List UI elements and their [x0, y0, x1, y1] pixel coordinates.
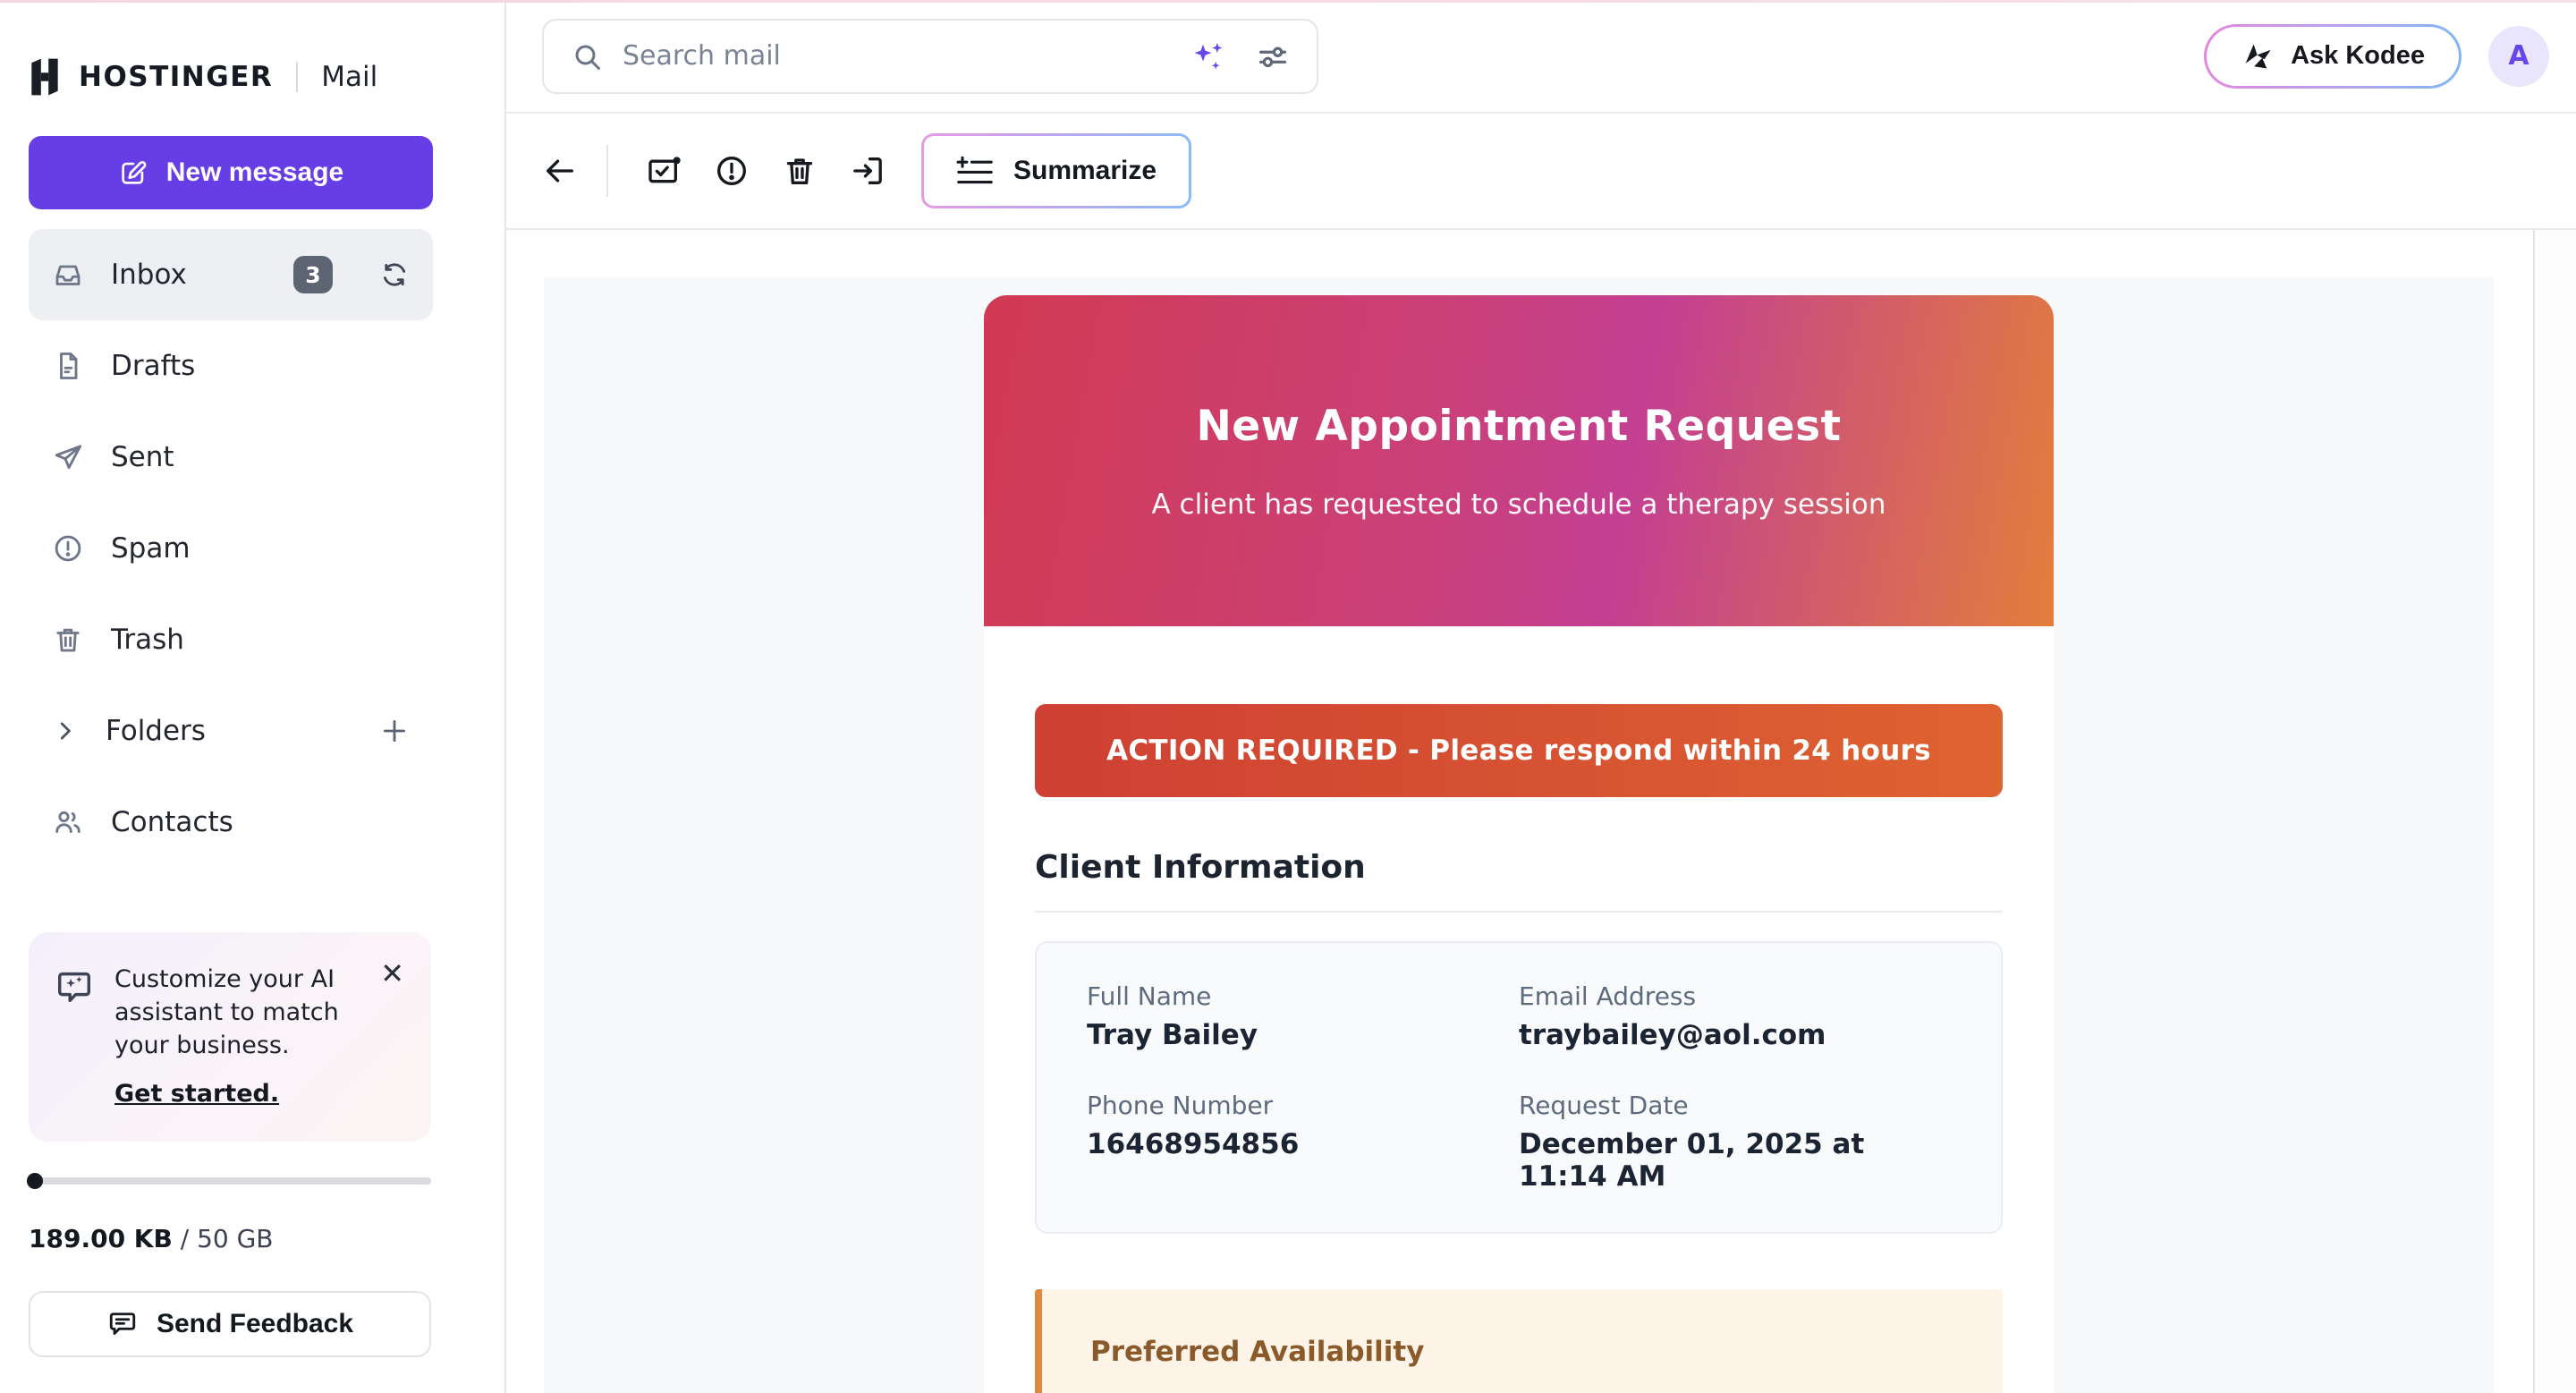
- ai-callout-text: Customize your AI assistant to match you…: [114, 963, 383, 1062]
- search-icon: [571, 40, 603, 72]
- close-icon[interactable]: ✕: [380, 959, 404, 988]
- sidebar-item-label: Sent: [111, 441, 174, 473]
- field-value: 16468954856: [1087, 1129, 1519, 1161]
- folder-nav: Inbox 3 Drafts: [29, 229, 433, 868]
- sidebar-item-trash[interactable]: Trash: [29, 594, 433, 685]
- email-hero-header: New Appointment Request A client has req…: [984, 295, 2054, 626]
- sidebar-item-label: Inbox: [111, 259, 187, 291]
- get-started-link[interactable]: Get started.: [114, 1080, 279, 1108]
- email-body: ACTION REQUIRED - Please respond within …: [984, 626, 2054, 1393]
- move-to-folder-icon[interactable]: [834, 137, 902, 205]
- inbox-unread-badge: 3: [293, 256, 333, 293]
- new-message-label: New message: [166, 157, 343, 188]
- client-info-card: Full Name Tray Bailey Email Address tray…: [1035, 941, 2003, 1234]
- sidebar-item-drafts[interactable]: Drafts: [29, 320, 433, 412]
- drafts-icon: [52, 350, 84, 382]
- sidebar-item-label: Contacts: [111, 806, 233, 838]
- storage-progress-bar: [29, 1177, 431, 1185]
- email-scroll-area[interactable]: New Appointment Request A client has req…: [506, 230, 2533, 1393]
- sent-icon: [52, 441, 84, 473]
- avatar[interactable]: A: [2488, 26, 2549, 87]
- action-required-banner: ACTION REQUIRED - Please respond within …: [1035, 704, 2003, 797]
- storage-meter: 189.00 KB / 50 GB: [29, 1177, 431, 1253]
- brand-separator: [296, 62, 298, 92]
- inbox-icon: [52, 259, 84, 291]
- brand-logo[interactable]: HOSTINGER Mail: [0, 0, 504, 97]
- new-message-button[interactable]: New message: [29, 136, 433, 209]
- sidebar: HOSTINGER Mail New message Inbox 3: [0, 0, 506, 1393]
- top-accent-line: [0, 0, 2576, 3]
- email-hero-subtitle: A client has requested to schedule a the…: [1151, 488, 1885, 521]
- sidebar-item-label: Spam: [111, 532, 191, 565]
- sidebar-item-contacts[interactable]: Contacts: [29, 777, 433, 868]
- trash-icon: [52, 624, 84, 656]
- field-value: December 01, 2025 at 11:14 AM: [1519, 1129, 1951, 1193]
- summarize-button[interactable]: Summarize: [921, 133, 1191, 208]
- ai-assistant-callout: Customize your AI assistant to match you…: [29, 932, 431, 1142]
- hostinger-h-icon: [29, 57, 61, 97]
- email-document-background: New Appointment Request A client has req…: [544, 277, 2494, 1393]
- delete-icon[interactable]: [766, 137, 834, 205]
- contacts-icon: [52, 806, 84, 838]
- storage-total: / 50 GB: [181, 1224, 274, 1253]
- app-window: HOSTINGER Mail New message Inbox 3: [0, 0, 2576, 1393]
- summarize-label: Summarize: [1013, 156, 1157, 186]
- toolbar-divider: [606, 145, 608, 197]
- mark-unread-icon[interactable]: [630, 137, 698, 205]
- storage-label: 189.00 KB / 50 GB: [29, 1224, 431, 1253]
- send-feedback-label: Send Feedback: [157, 1309, 353, 1339]
- email-card: New Appointment Request A client has req…: [984, 295, 2054, 1393]
- preferred-availability-box: Preferred Availability Dates: Dec 06, 20…: [1035, 1289, 2003, 1393]
- sidebar-item-label: Folders: [106, 715, 206, 747]
- field-label: Full Name: [1087, 982, 1519, 1011]
- search-bar[interactable]: [542, 19, 1318, 94]
- sidebar-item-folders[interactable]: Folders: [29, 685, 433, 777]
- brand-name: HOSTINGER: [79, 61, 273, 93]
- compose-icon: [118, 157, 148, 188]
- sidebar-item-sent[interactable]: Sent: [29, 412, 433, 503]
- sidebar-item-label: Drafts: [111, 350, 195, 382]
- spam-alert-icon: [52, 532, 84, 565]
- add-folder-icon[interactable]: [379, 716, 410, 746]
- sidebar-item-spam[interactable]: Spam: [29, 503, 433, 594]
- refresh-icon[interactable]: [379, 259, 410, 290]
- kodee-icon: [2241, 40, 2273, 72]
- chat-sparkle-icon: [54, 966, 95, 1007]
- main-header: Ask Kodee A: [506, 0, 2576, 114]
- main-panel: Ask Kodee A: [506, 0, 2576, 1393]
- search-input[interactable]: [623, 40, 1170, 72]
- sidebar-item-inbox[interactable]: Inbox 3: [29, 229, 433, 320]
- field-email-address: Email Address traybailey@aol.com: [1519, 982, 1951, 1052]
- field-label: Email Address: [1519, 982, 1951, 1011]
- storage-used: 189.00 KB: [29, 1224, 173, 1253]
- sidebar-item-label: Trash: [111, 624, 184, 656]
- field-phone-number: Phone Number 16468954856: [1087, 1091, 1519, 1193]
- scrollbar-track[interactable]: [2533, 230, 2576, 1393]
- email-viewer: New Appointment Request A client has req…: [506, 230, 2576, 1393]
- storage-progress-knob: [27, 1173, 43, 1189]
- client-information-title: Client Information: [1035, 849, 2003, 913]
- send-feedback-button[interactable]: Send Feedback: [29, 1291, 431, 1357]
- ask-kodee-label: Ask Kodee: [2291, 41, 2425, 71]
- back-arrow-icon[interactable]: [526, 137, 594, 205]
- brand-product: Mail: [321, 61, 377, 93]
- summarize-icon: [956, 156, 994, 186]
- ai-sparkles-icon[interactable]: [1190, 38, 1225, 74]
- chevron-right-icon: [52, 718, 79, 744]
- field-full-name: Full Name Tray Bailey: [1087, 982, 1519, 1052]
- field-value: Tray Bailey: [1087, 1020, 1519, 1052]
- feedback-bubble-icon: [106, 1308, 139, 1340]
- field-label: Request Date: [1519, 1091, 1951, 1120]
- field-value: traybailey@aol.com: [1519, 1020, 1951, 1052]
- field-label: Phone Number: [1087, 1091, 1519, 1120]
- message-toolbar: Summarize: [506, 114, 2576, 230]
- report-spam-icon[interactable]: [698, 137, 766, 205]
- field-request-date: Request Date December 01, 2025 at 11:14 …: [1519, 1091, 1951, 1193]
- search-filters-icon[interactable]: [1256, 39, 1290, 73]
- ask-kodee-button[interactable]: Ask Kodee: [2204, 24, 2462, 89]
- availability-title: Preferred Availability: [1090, 1336, 1954, 1368]
- email-hero-title: New Appointment Request: [1196, 402, 1841, 451]
